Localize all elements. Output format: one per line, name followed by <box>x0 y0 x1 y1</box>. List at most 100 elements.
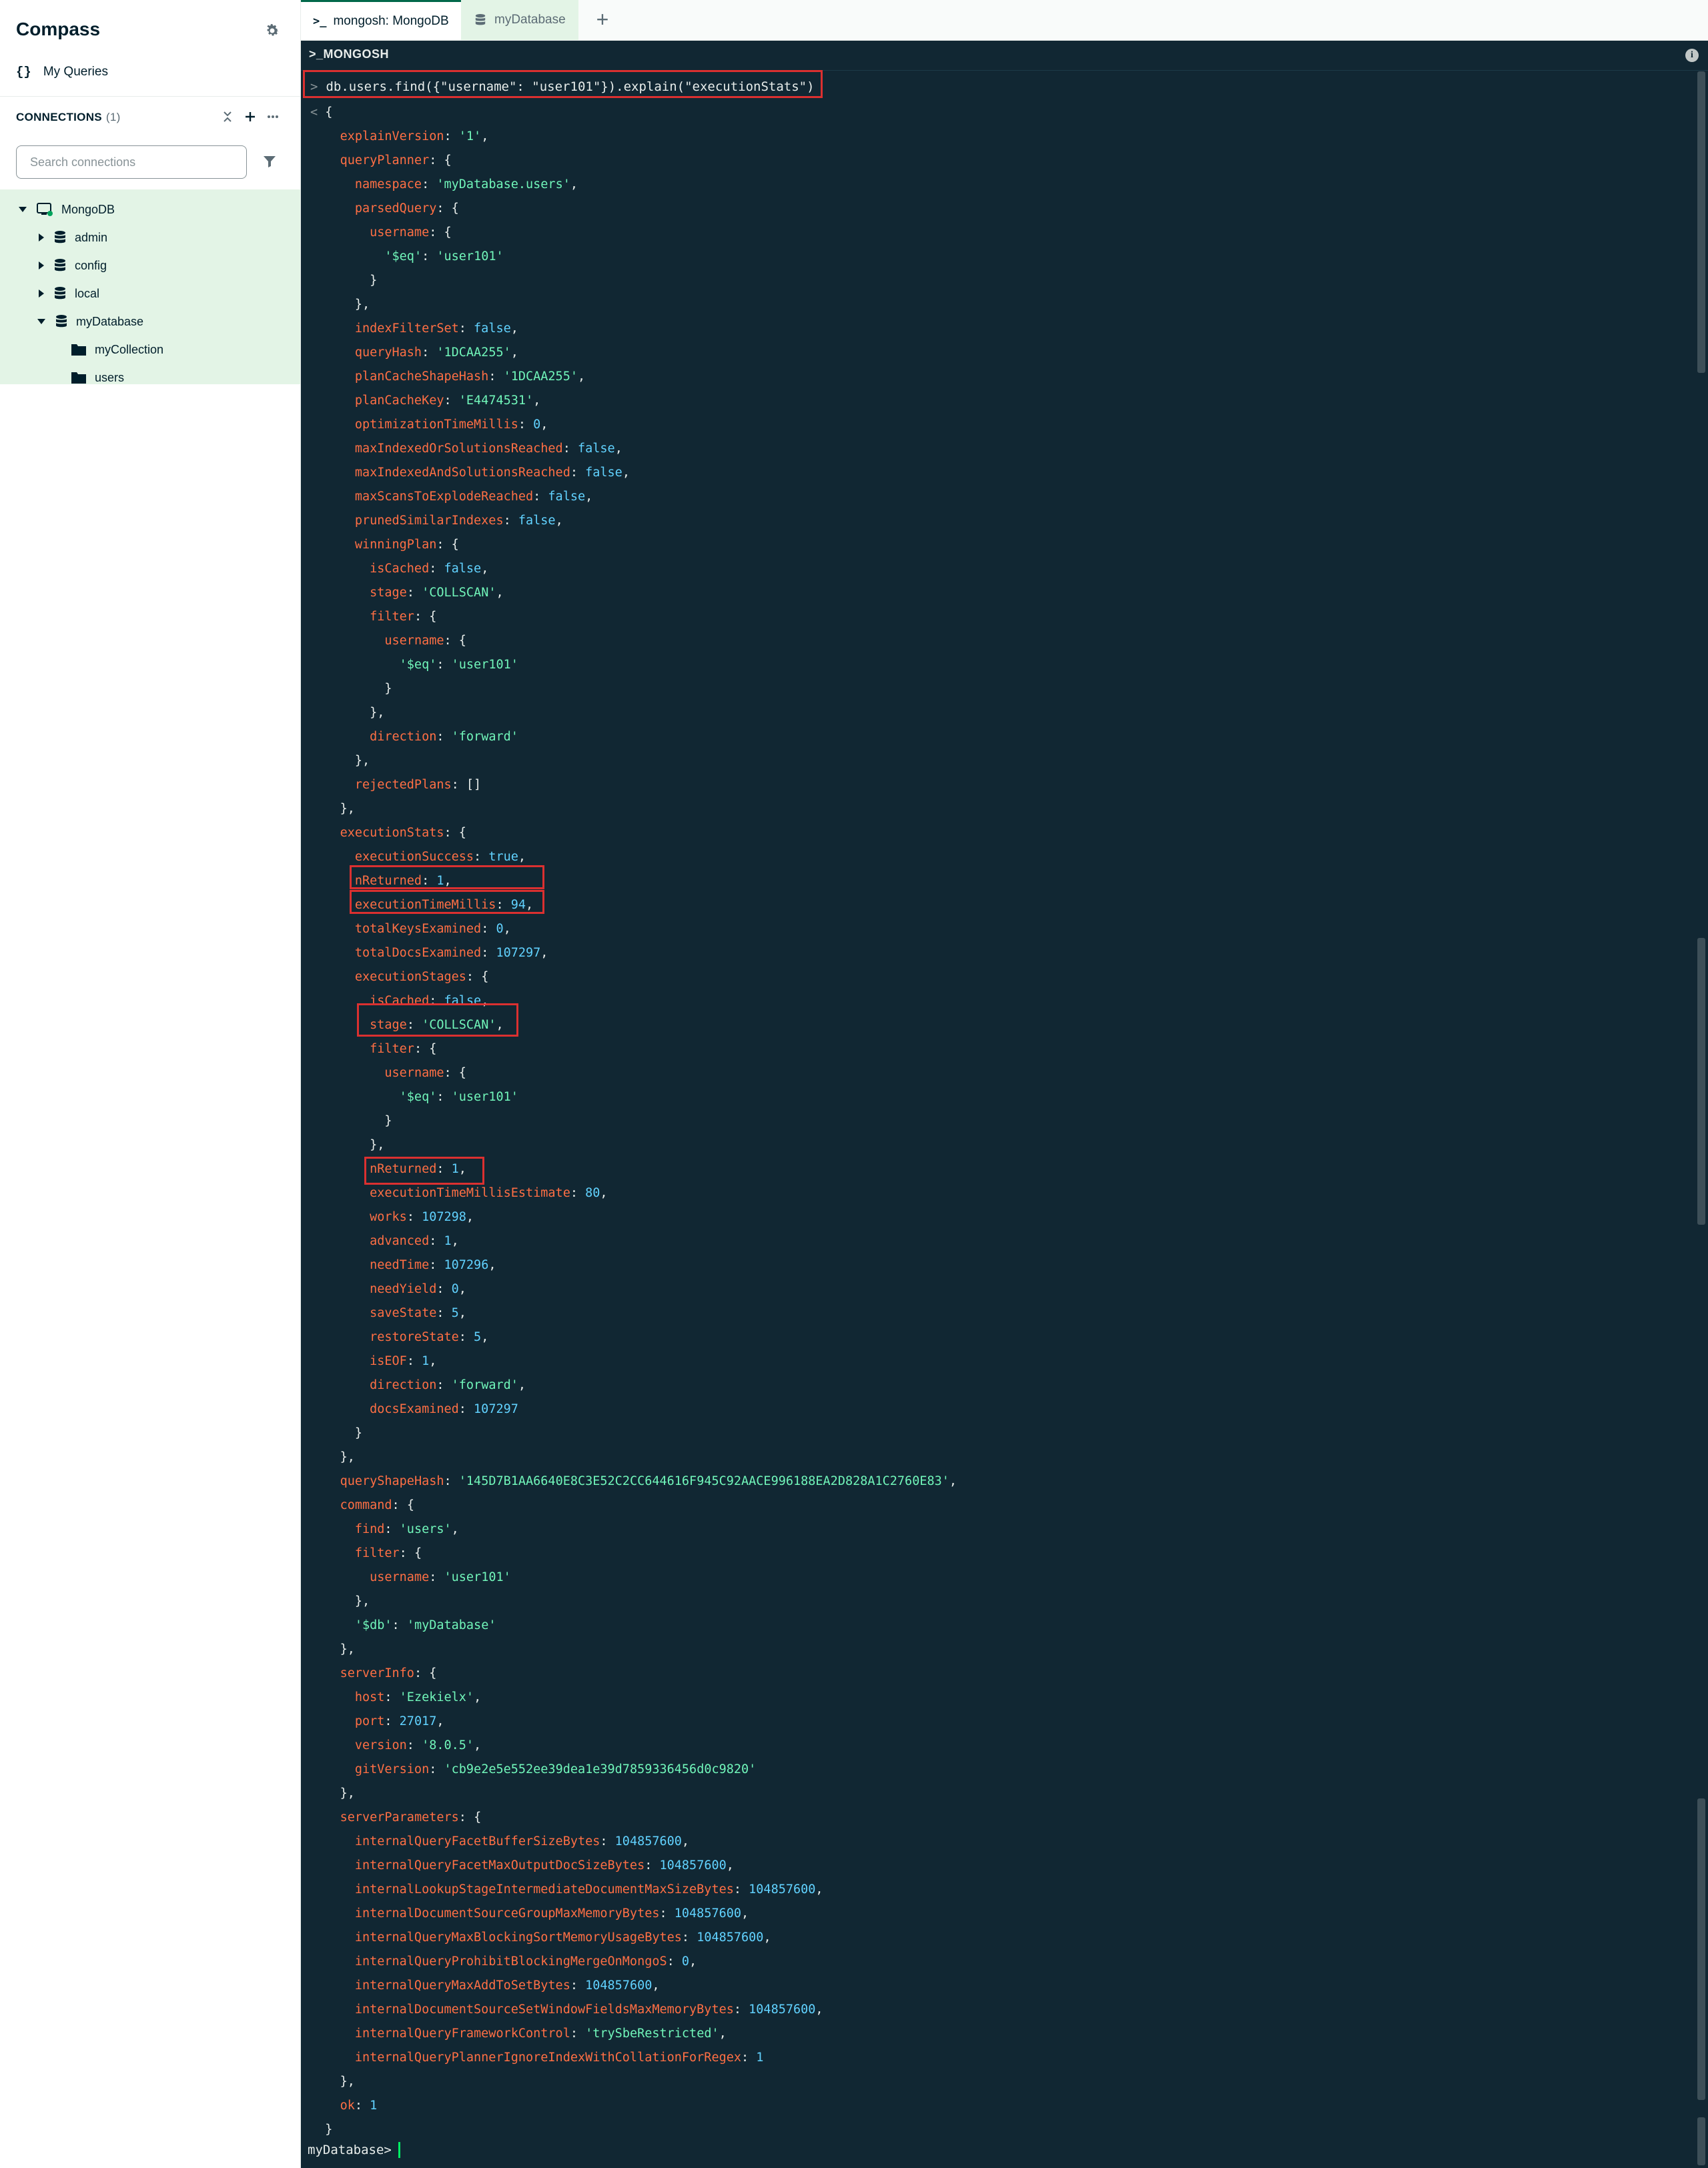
output-text: }, <box>340 1450 355 1464</box>
tree-item-mydatabase[interactable]: myDatabase <box>37 310 143 334</box>
output-key: needTime <box>370 1258 430 1272</box>
output-line: winningPlan: { <box>354 538 459 552</box>
filter-icon[interactable] <box>262 153 278 169</box>
output-value: 104857600 <box>585 1979 653 1993</box>
output-line: works: 107298, <box>370 1210 474 1224</box>
output-line: } <box>310 1422 957 1446</box>
output-line: internalQueryFrameworkControl: 'trySbeRe… <box>354 2027 727 2041</box>
output-key: filter <box>354 1546 400 1560</box>
output-value: 107297 <box>474 1402 518 1416</box>
tree-item-config[interactable]: config <box>39 253 107 278</box>
connections-header: CONNECTIONS (1) <box>16 111 121 124</box>
output-line: totalKeysExamined: 0, <box>354 922 511 936</box>
output-line: filter: { <box>370 1042 437 1056</box>
output-key: direction <box>370 1378 437 1392</box>
more-options-icon[interactable] <box>266 109 280 124</box>
output-text: { <box>325 105 333 119</box>
output-value: 80 <box>585 1186 600 1200</box>
chevron-right-icon[interactable] <box>39 261 44 269</box>
tree-item-admin[interactable]: admin <box>39 225 107 249</box>
tab-mongosh[interactable]: >_ mongosh: MongoDB <box>301 0 461 40</box>
my-queries-label: My Queries <box>43 65 108 79</box>
output-punct: , <box>689 1955 697 1969</box>
output-line: indexFilterSet: false, <box>354 322 518 336</box>
tree-item-mycollection[interactable]: myCollection <box>71 338 163 362</box>
output-key: username <box>370 1570 430 1584</box>
output-line: executionStats: { <box>340 826 466 840</box>
shell-output: < { explainVersion: '1', queryPlanner: {… <box>310 101 957 2142</box>
scrollbar-thumb[interactable] <box>1697 2117 1705 2165</box>
my-queries-link[interactable]: {} My Queries <box>16 61 108 83</box>
folder-icon <box>71 344 86 356</box>
output-key: find <box>354 1522 385 1536</box>
sidebar-divider <box>0 96 300 97</box>
scrollbar-thumb[interactable] <box>1697 1798 1705 2100</box>
output-key: maxIndexedAndSolutionsReached <box>354 466 570 480</box>
connection-tree: MongoDB admin config local myDatabase my… <box>0 189 300 384</box>
database-icon <box>55 259 65 272</box>
output-value: 1 <box>444 1234 452 1248</box>
output-punct: , <box>466 1210 474 1224</box>
output-key: needYield <box>370 1282 437 1296</box>
output-punct: , <box>555 514 563 528</box>
gear-icon[interactable] <box>264 23 280 39</box>
tab-bar: >_ mongosh: MongoDB myDatabase + <box>301 0 1708 41</box>
tree-item-local[interactable]: local <box>39 282 99 306</box>
output-line: gitVersion: 'cb9e2e5e552ee39dea1e39d7859… <box>354 1762 757 1776</box>
output-text: }, <box>340 1642 355 1656</box>
add-tab-button[interactable]: + <box>590 8 614 32</box>
output-punct: , <box>585 490 593 504</box>
output-line: }, <box>310 1446 957 1470</box>
tab-mydatabase[interactable]: myDatabase <box>461 0 578 40</box>
output-prefix: < <box>310 105 326 119</box>
output-line: queryHash: '1DCAA255', <box>354 346 518 360</box>
output-line: needYield: 0, <box>370 1282 466 1296</box>
search-connections-input[interactable] <box>16 145 247 179</box>
output-value: 104857600 <box>749 1882 816 1896</box>
output-key: advanced <box>370 1234 430 1248</box>
chevron-down-icon[interactable] <box>37 319 45 324</box>
output-key: optimizationTimeMillis <box>354 418 518 432</box>
output-line: needTime: 107296, <box>370 1258 496 1272</box>
app-title: Compass <box>16 19 101 39</box>
output-punct: , <box>458 1282 466 1296</box>
output-text: }, <box>370 706 385 720</box>
output-text: } <box>370 274 378 288</box>
output-line: internalDocumentSourceSetWindowFieldsMax… <box>354 2003 823 2017</box>
scrollbar-thumb[interactable] <box>1697 71 1705 373</box>
output-line: ok: 1 <box>340 2099 378 2113</box>
output-line: namespace: 'myDatabase.users', <box>354 177 578 191</box>
output-punct: , <box>719 2027 727 2041</box>
output-punct: , <box>496 586 504 600</box>
chevron-down-icon[interactable] <box>19 207 27 212</box>
shell-prompt[interactable]: myDatabase > <box>308 2142 400 2158</box>
output-key: queryShapeHash <box>340 1474 444 1488</box>
tab-label: myDatabase <box>494 13 566 27</box>
tree-item-mongodb[interactable]: MongoDB <box>19 197 115 221</box>
tree-item-users[interactable]: users <box>71 366 124 390</box>
output-key: planCacheShapeHash <box>354 370 489 384</box>
output-line: }, <box>310 1590 957 1614</box>
connections-count: (1) <box>105 111 121 123</box>
chevron-right-icon[interactable] <box>39 290 44 298</box>
output-punct: , <box>622 466 630 480</box>
shell-title: >_MONGOSH <box>309 47 390 61</box>
output-brace: { <box>429 1666 437 1680</box>
collapse-all-icon[interactable] <box>220 109 235 124</box>
output-brace: { <box>406 1498 414 1512</box>
chevron-right-icon[interactable] <box>39 233 44 241</box>
prompt-chevron: > <box>384 2143 392 2157</box>
output-key: restoreState <box>370 1330 459 1344</box>
output-key: maxIndexedOrSolutionsReached <box>354 442 563 456</box>
output-key: internalQueryFacetMaxOutputDocSizeBytes <box>354 1858 645 1872</box>
output-value: 'user101' <box>436 249 504 263</box>
output-value: 104857600 <box>659 1858 727 1872</box>
scrollbar-thumb[interactable] <box>1697 938 1705 1225</box>
mongosh-shell[interactable]: >_MONGOSH i > db.users.find({"username":… <box>301 41 1708 2168</box>
info-icon[interactable]: i <box>1685 49 1699 62</box>
output-key: filter <box>370 610 414 624</box>
output-key: internalDocumentSourceGroupMaxMemoryByte… <box>354 1907 660 1921</box>
output-key: indexFilterSet <box>354 322 459 336</box>
add-connection-icon[interactable] <box>243 109 258 124</box>
output-value: 'cb9e2e5e552ee39dea1e39d7859336456d0c982… <box>444 1762 757 1776</box>
